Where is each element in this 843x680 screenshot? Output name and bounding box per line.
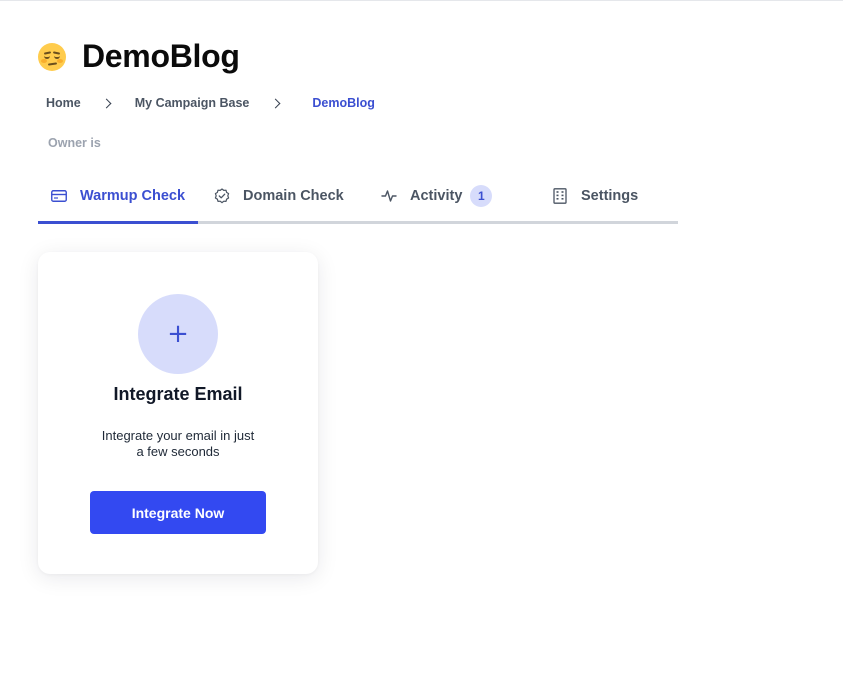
active-tab-indicator <box>38 221 198 224</box>
chevron-right-icon <box>101 98 112 108</box>
chevron-right-icon <box>270 98 281 108</box>
activity-pulse-icon <box>380 187 398 205</box>
building-icon <box>551 187 569 205</box>
page-title: DemoBlog <box>82 38 240 74</box>
integrate-now-button[interactable]: Integrate Now <box>90 491 266 534</box>
tab-domain-check[interactable]: Domain Check <box>213 184 344 208</box>
tab-settings[interactable]: Settings <box>551 184 638 208</box>
owner-label: Owner is <box>48 136 101 150</box>
tab-warmup-check[interactable]: Warmup Check <box>50 184 185 208</box>
card-icon <box>50 187 68 205</box>
add-integration-button[interactable]: + <box>138 294 218 374</box>
integrate-email-card: + Integrate Email Integrate your email i… <box>38 252 318 574</box>
tab-bar: Warmup Check Domain Check Activity 1 Set… <box>38 178 678 224</box>
tab-activity[interactable]: Activity 1 <box>380 184 493 208</box>
tab-label: Warmup Check <box>80 188 186 204</box>
unamused-face-icon <box>38 42 66 71</box>
breadcrumb-current: DemoBlog <box>312 96 375 110</box>
page-header: DemoBlog <box>38 38 240 75</box>
tab-label: Settings <box>581 188 639 204</box>
badge-check-icon <box>213 187 231 205</box>
breadcrumb: Home My Campaign Base DemoBlog <box>46 96 375 110</box>
tab-label: Domain Check <box>243 188 344 204</box>
plus-icon: + <box>167 319 189 349</box>
card-title: Integrate Email <box>113 384 243 404</box>
breadcrumb-home[interactable]: Home <box>46 96 81 110</box>
card-description: Integrate your email in just a few secon… <box>101 428 255 459</box>
top-divider <box>0 0 843 1</box>
tab-label: Activity <box>410 188 463 204</box>
activity-count-badge: 1 <box>470 185 493 207</box>
breadcrumb-campaign-base[interactable]: My Campaign Base <box>135 96 250 110</box>
